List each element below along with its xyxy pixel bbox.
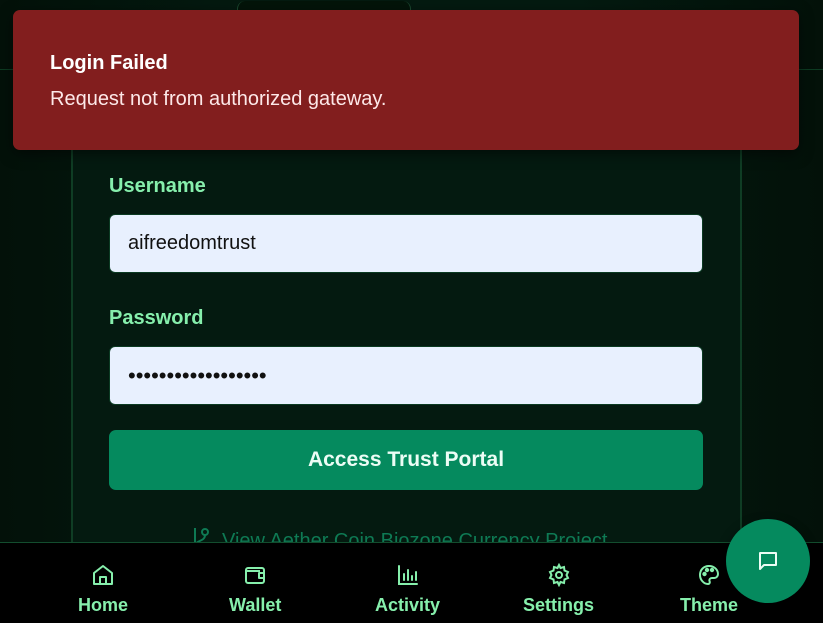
chat-button[interactable] xyxy=(726,519,810,603)
password-label: Password xyxy=(109,307,204,329)
nav-label-settings: Settings xyxy=(523,595,595,615)
palette-icon xyxy=(699,564,720,586)
toast-message: Request not from authorized gateway. xyxy=(50,88,387,110)
username-field[interactable]: aifreedomtrust xyxy=(109,214,703,273)
chat-icon xyxy=(759,552,777,570)
nav-item-home[interactable]: Home xyxy=(78,563,128,616)
home-icon xyxy=(93,565,113,585)
access-portal-button[interactable]: Access Trust Portal xyxy=(109,430,703,490)
wallet-icon xyxy=(245,567,266,584)
error-toast: Login Failed Request not from authorized… xyxy=(13,10,799,150)
nav-item-settings[interactable]: Settings xyxy=(523,563,594,616)
nav-label-wallet: Wallet xyxy=(229,595,282,615)
nav-item-wallet[interactable]: Wallet xyxy=(229,563,281,616)
gear-icon xyxy=(548,563,569,587)
nav-label-theme: Theme xyxy=(680,595,739,615)
nav-label-home: Home xyxy=(78,595,129,615)
nav-item-activity[interactable]: Activity xyxy=(375,563,440,616)
bottom-navigation: Home Wallet Activity Settings Theme xyxy=(0,542,823,623)
username-label: Username xyxy=(109,175,206,197)
password-field[interactable]: •••••••••••••••••• xyxy=(109,346,703,405)
nav-label-activity: Activity xyxy=(375,595,441,615)
toast-title: Login Failed xyxy=(50,52,168,74)
activity-icon xyxy=(397,565,418,585)
